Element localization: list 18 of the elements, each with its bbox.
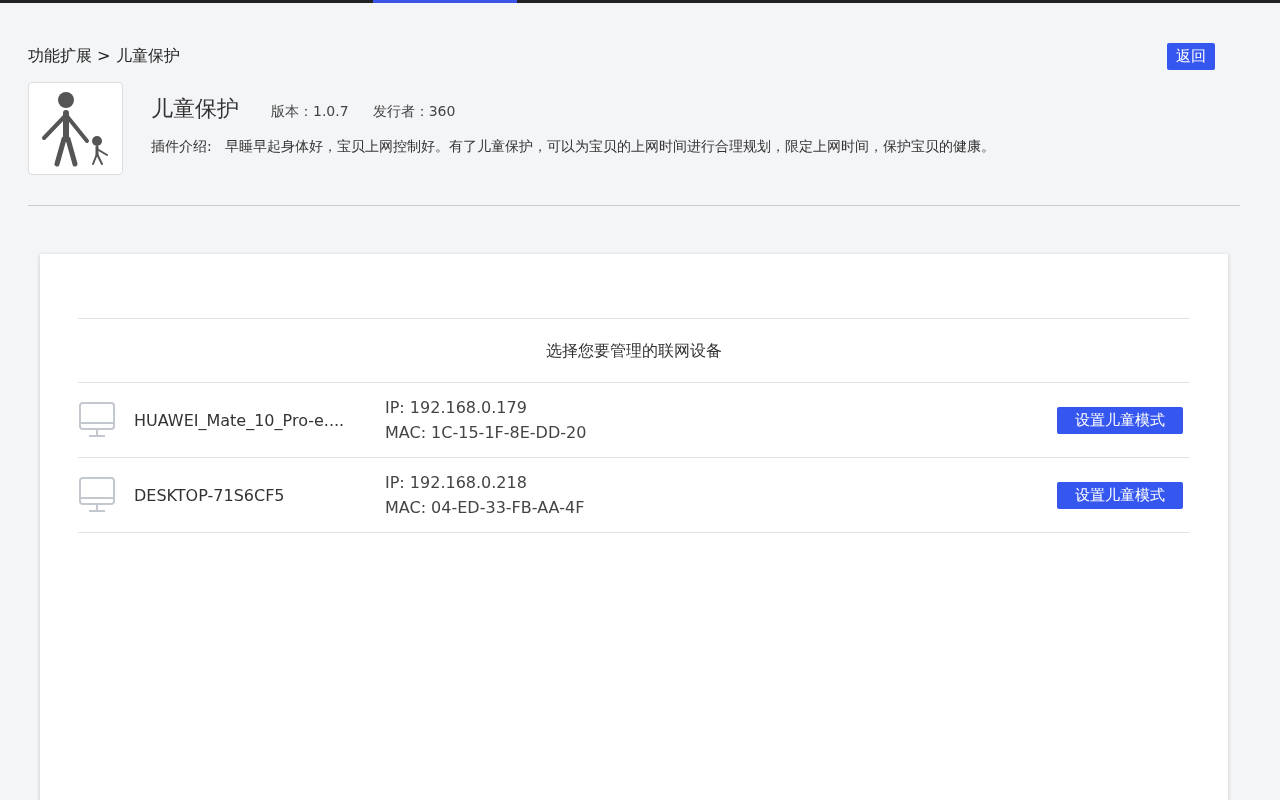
mac-address: MAC: 04-ED-33-FB-AA-4F (385, 497, 586, 519)
mac-address: MAC: 1C-15-1F-8E-DD-20 (385, 422, 588, 444)
plugin-description: 插件介绍: 早睡早起身体好，宝贝上网控制好。有了儿童保护，可以为宝贝的上网时间进行合理规划，限定上网时间，保护宝贝的健康。 (151, 138, 996, 156)
monitor-icon (78, 476, 116, 514)
publisher-label: 发行者：360 (372, 103, 456, 121)
breadcrumb: 功能扩展 > 儿童保护 (28, 46, 180, 67)
device-name: HUAWEI_Mate_10_Pro-e.... (134, 410, 346, 430)
child-mode-button[interactable]: 设置儿童模式 (1057, 406, 1183, 434)
device-name: DESKTOP-71S6CF5 (134, 485, 286, 505)
monitor-icon (78, 401, 116, 439)
child-mode-button[interactable]: 设置儿童模式 (1057, 481, 1183, 509)
ip-address: IP: 192.168.0.179 (385, 397, 528, 419)
version-label: 版本：1.0.7 (271, 103, 349, 121)
plugin-title: 儿童保护 (151, 95, 239, 123)
list-heading: 选择您要管理的联网设备 (78, 319, 1190, 383)
back-button[interactable]: 返回 (1167, 43, 1215, 70)
ip-address: IP: 192.168.0.218 (385, 472, 528, 494)
adult-and-child-icon (40, 90, 111, 167)
